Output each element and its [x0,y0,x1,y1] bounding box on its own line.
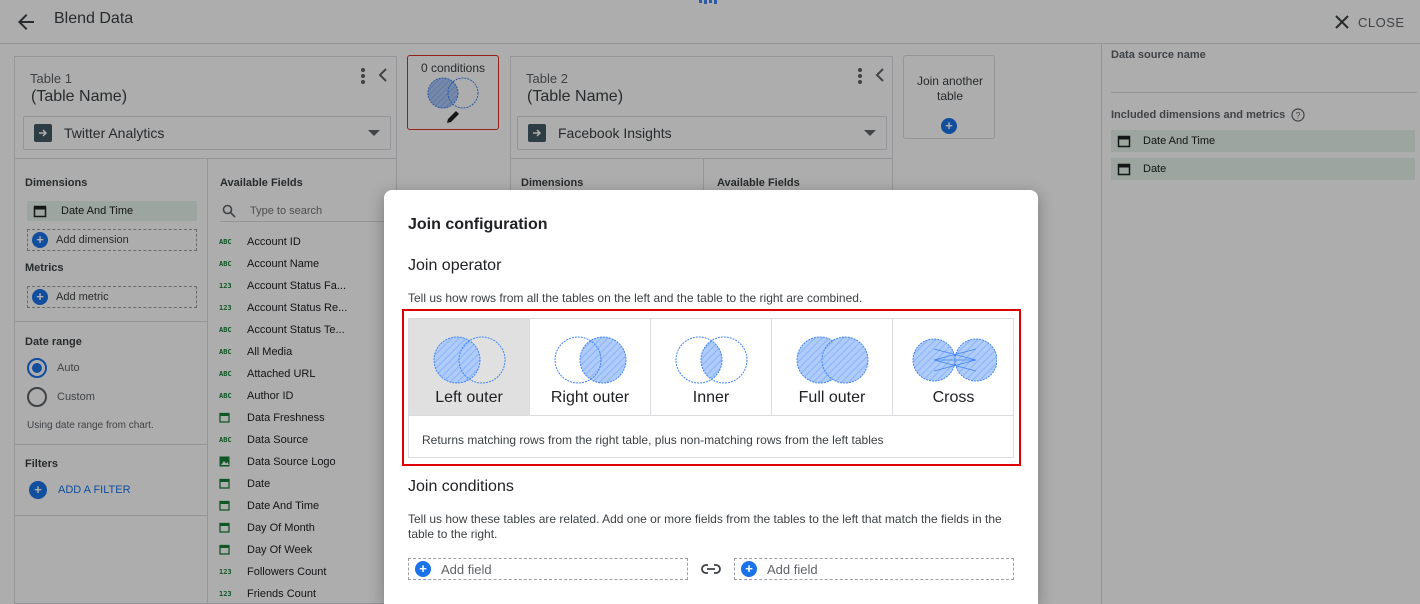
add-icon: + [741,561,757,577]
join-operator-description: Tell us how rows from all the tables on … [408,291,863,305]
add-field-label: Add field [767,561,818,577]
blend-data-app: Blend Data CLOSE Table 1 (Table Name) Tw… [0,0,1420,604]
link-icon [701,564,721,574]
highlight-box [402,309,1021,466]
dialog-title: Join configuration [408,216,548,233]
join-conditions-description: Tell us how these tables are related. Ad… [408,512,1002,541]
join-conditions-heading: Join conditions [408,478,514,495]
add-right-field-button[interactable]: + Add field [734,558,1014,580]
add-icon: + [415,561,431,577]
join-operator-heading: Join operator [408,257,502,274]
add-left-field-button[interactable]: + Add field [408,558,688,580]
add-field-label: Add field [441,561,492,577]
